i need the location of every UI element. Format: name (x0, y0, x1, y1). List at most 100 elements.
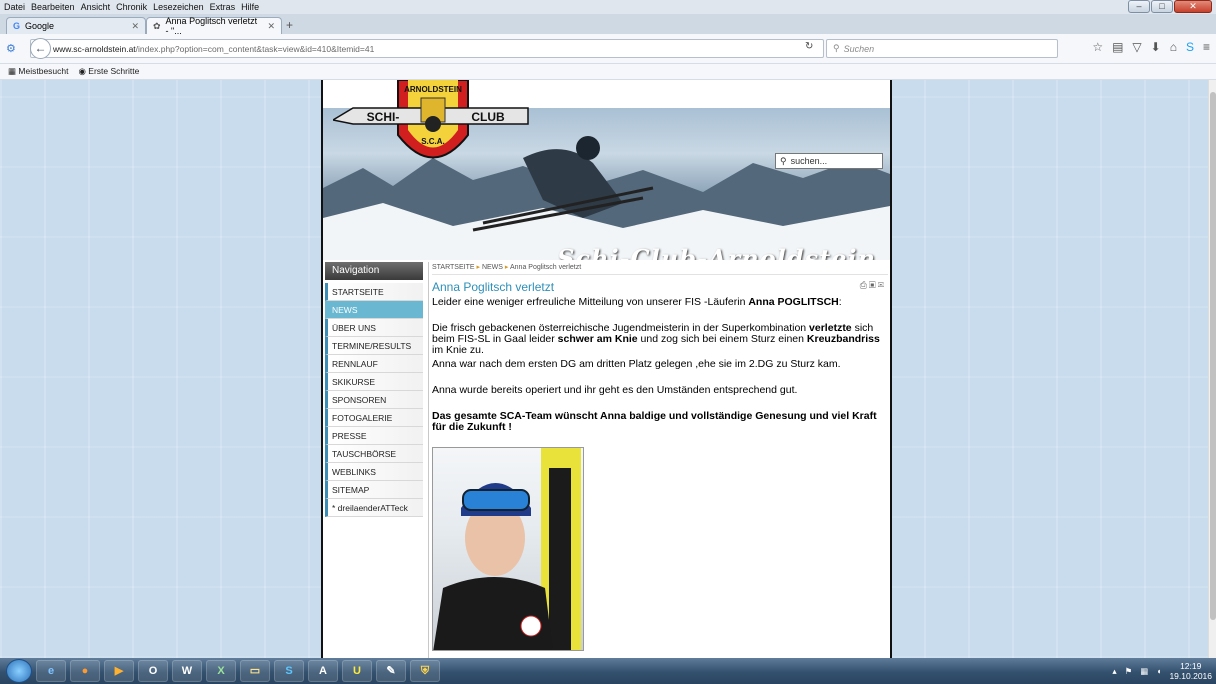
nav-item-dreilaender[interactable]: * dreilaenderATTeck (325, 499, 423, 517)
site-favicon-icon: ✿ (153, 20, 161, 31)
menu-lesezeichen[interactable]: Lesezeichen (153, 2, 204, 12)
addon-icon[interactable]: ⚙ (6, 42, 16, 55)
nav-item-termine-results[interactable]: TERMINE/RESULTS (325, 337, 423, 355)
nav-item-presse[interactable]: PRESSE (325, 427, 423, 445)
nav-item-fotogalerie[interactable]: FOTOGALERIE (325, 409, 423, 427)
clock[interactable]: 12:19 19.10.2016 (1169, 661, 1212, 681)
menu-bearbeiten[interactable]: Bearbeiten (31, 2, 75, 12)
nav-item-news[interactable]: NEWS (325, 301, 423, 319)
internet-explorer-icon[interactable]: e (36, 660, 66, 682)
menu-hilfe[interactable]: Hilfe (241, 2, 259, 12)
acrobat-icon[interactable]: A (308, 660, 338, 682)
browser-search-input[interactable]: ⚲ Suchen (826, 39, 1058, 58)
volume-icon[interactable]: ◖ (1156, 666, 1161, 676)
home-icon[interactable]: ⌂ (1170, 40, 1177, 54)
bookmark-star-icon[interactable]: ☆ (1092, 40, 1103, 54)
nav-header: Navigation (325, 262, 423, 280)
nav-item-rennlauf[interactable]: RENNLAUF (325, 355, 423, 373)
bookmark-meistbesucht[interactable]: ▦ Meistbesucht (8, 66, 69, 77)
url-bar[interactable]: www.sc-arnoldstein.at /index.php?option=… (30, 39, 824, 58)
reload-icon[interactable]: ↻ (805, 41, 813, 52)
navigation-toolbar: ⚙ www.sc-arnoldstein.at /index.php?optio… (0, 34, 1216, 64)
tab-article[interactable]: ✿ Anna Poglitsch verletzt - "... ✕ (146, 16, 282, 36)
word-icon[interactable]: W (172, 660, 202, 682)
nav-item-sponsoren[interactable]: SPONSOREN (325, 391, 423, 409)
close-tab-icon[interactable]: ✕ (267, 21, 275, 32)
action-center-flag-icon[interactable]: ⚑ (1125, 666, 1133, 677)
menu-ansicht[interactable]: Ansicht (81, 2, 111, 12)
nav-item-sitemap[interactable]: SITEMAP (325, 481, 423, 499)
bookmarks-bar: ▦ Meistbesucht ◉ Erste Schritte (0, 64, 1216, 80)
site-navigation: Navigation STARTSEITE NEWS ÜBER UNS TERM… (325, 262, 423, 517)
skype-icon[interactable]: S (1186, 40, 1194, 54)
windows-taskbar: e ● ▶ O W X ▭ S A U ✎ ⛨ ▴ ⚑ ▦ ◖ 12:19 19… (0, 658, 1216, 684)
nav-item-weblinks[interactable]: WEBLINKS (325, 463, 423, 481)
skype-icon[interactable]: S (274, 660, 304, 682)
tab-bar: G Google ✕ ✿ Anna Poglitsch verletzt - "… (0, 14, 1216, 36)
search-icon: ⚲ (780, 155, 787, 166)
logo-bottom-text: S.C.A. (421, 137, 445, 146)
back-icon[interactable]: ← (30, 38, 51, 59)
maximize-button[interactable]: □ (1151, 0, 1173, 13)
u-app-icon[interactable]: U (342, 660, 372, 682)
page-scrollbar[interactable] (1208, 80, 1216, 658)
tab-label: Anna Poglitsch verletzt - "... (165, 16, 258, 36)
article-intro: Leider eine weniger erfreuliche Mitteilu… (432, 296, 842, 308)
athlete-photo-illustration (433, 448, 581, 650)
article-tools: ⎙▣✉ (860, 280, 886, 291)
bookmark-erste-schritte[interactable]: ◉ Erste Schritte (79, 66, 140, 77)
breadcrumb: STARTSEITE ▸ NEWS ▸ Anna Poglitsch verle… (432, 262, 888, 275)
network-icon[interactable]: ▦ (1140, 666, 1148, 677)
toolbar-icons: ☆ ▤ ▽ ⬇ ⌂ S ≡ (1092, 40, 1210, 54)
nav-item-startseite[interactable]: STARTSEITE (325, 283, 423, 301)
article-paragraph-race: Anna war nach dem ersten DG am dritten P… (432, 358, 841, 370)
tray-expand-icon[interactable]: ▴ (1112, 666, 1116, 677)
logo-left-text: SCHI- (367, 110, 400, 124)
security-shield-icon[interactable]: ⛨ (410, 660, 440, 682)
download-icon[interactable]: ⬇ (1151, 40, 1161, 54)
nav-item-tauschboerse[interactable]: TAUSCHBÖRSE (325, 445, 423, 463)
article-paragraph-surgery: Anna wurde bereits operiert und ihr geht… (432, 384, 798, 396)
menu-chronik[interactable]: Chronik (116, 2, 147, 12)
breadcrumb-news[interactable]: NEWS (482, 264, 503, 271)
breadcrumb-arrow-icon: ▸ (504, 264, 509, 271)
print-icon[interactable]: ▣ (869, 280, 878, 290)
nav-item-skikurse[interactable]: SKIKURSE (325, 373, 423, 391)
media-player-icon[interactable]: ▶ (104, 660, 134, 682)
breadcrumb-arrow-icon: ▸ (476, 264, 480, 271)
article-paragraph-wishes: Das gesamte SCA-Team wünscht Anna baldig… (432, 410, 877, 433)
athlete-photo[interactable] (432, 447, 584, 651)
club-logo: ARNOLDSTEIN SCHI- CLUB S.C.A. (333, 80, 529, 159)
url-path: /index.php?option=com_content&task=view&… (135, 43, 375, 54)
clock-time: 12:19 (1180, 661, 1202, 671)
explorer-folder-icon[interactable]: ▭ (240, 660, 270, 682)
outlook-icon[interactable]: O (138, 660, 168, 682)
scrollbar-thumb[interactable] (1210, 92, 1216, 620)
athlete-name: Anna POGLITSCH (748, 296, 839, 308)
menu-datei[interactable]: Datei (4, 2, 25, 12)
new-tab-icon[interactable]: + (286, 18, 293, 32)
excel-icon[interactable]: X (206, 660, 236, 682)
site-container: Schi-Club-Arnoldstein ⚲ suchen... ARNOLD… (321, 80, 892, 658)
firefox-icon[interactable]: ● (70, 660, 100, 682)
menu-bar: Datei Bearbeiten Ansicht Chronik Lesezei… (0, 0, 1216, 14)
window-controls: – □ ✕ (1128, 0, 1212, 13)
menu-icon[interactable]: ≡ (1203, 40, 1210, 54)
site-search-input[interactable]: ⚲ suchen... (775, 153, 883, 169)
start-button[interactable] (6, 659, 32, 683)
breadcrumb-startseite[interactable]: STARTSEITE (432, 264, 475, 271)
close-window-button[interactable]: ✕ (1174, 0, 1212, 13)
nav-item-ueber-uns[interactable]: ÜBER UNS (325, 319, 423, 337)
menu-extras[interactable]: Extras (210, 2, 236, 12)
email-icon[interactable]: ✉ (878, 280, 886, 290)
edit-pen-icon[interactable]: ✎ (376, 660, 406, 682)
minimize-button[interactable]: – (1128, 0, 1150, 13)
site-header: Schi-Club-Arnoldstein ⚲ suchen... ARNOLD… (323, 80, 890, 260)
pdf-icon[interactable]: ⎙ (860, 280, 869, 290)
pocket-icon[interactable]: ▽ (1132, 40, 1141, 54)
reading-list-icon[interactable]: ▤ (1112, 40, 1123, 54)
search-icon: ⚲ (833, 43, 840, 53)
site-title: Schi-Club-Arnoldstein (557, 244, 876, 260)
close-tab-icon[interactable]: ✕ (131, 21, 139, 32)
tab-google[interactable]: G Google ✕ (6, 17, 146, 34)
